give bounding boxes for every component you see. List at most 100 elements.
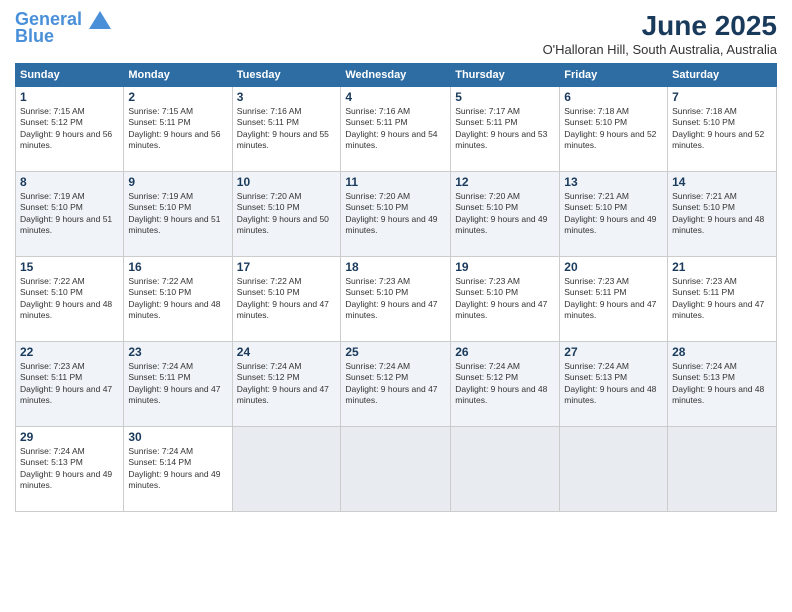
day-number: 20: [564, 260, 663, 274]
calendar-cell: 25 Sunrise: 7:24 AM Sunset: 5:12 PM Dayl…: [341, 342, 451, 427]
day-number: 8: [20, 175, 119, 189]
day-number: 4: [345, 90, 446, 104]
day-number: 15: [20, 260, 119, 274]
logo-blue: Blue: [15, 26, 54, 47]
day-number: 5: [455, 90, 555, 104]
day-info: Sunrise: 7:23 AM Sunset: 5:10 PM Dayligh…: [455, 276, 555, 322]
calendar-cell: 4 Sunrise: 7:16 AM Sunset: 5:11 PM Dayli…: [341, 87, 451, 172]
day-info: Sunrise: 7:18 AM Sunset: 5:10 PM Dayligh…: [672, 106, 772, 152]
calendar-cell: 11 Sunrise: 7:20 AM Sunset: 5:10 PM Dayl…: [341, 172, 451, 257]
header-row: Sunday Monday Tuesday Wednesday Thursday…: [16, 64, 777, 87]
calendar-cell: [232, 427, 341, 512]
calendar-cell: 29 Sunrise: 7:24 AM Sunset: 5:13 PM Dayl…: [16, 427, 124, 512]
calendar: Sunday Monday Tuesday Wednesday Thursday…: [15, 63, 777, 512]
day-info: Sunrise: 7:22 AM Sunset: 5:10 PM Dayligh…: [128, 276, 227, 322]
day-number: 24: [237, 345, 337, 359]
col-monday: Monday: [124, 64, 232, 87]
calendar-cell: 15 Sunrise: 7:22 AM Sunset: 5:10 PM Dayl…: [16, 257, 124, 342]
day-number: 13: [564, 175, 663, 189]
day-number: 11: [345, 175, 446, 189]
day-info: Sunrise: 7:15 AM Sunset: 5:12 PM Dayligh…: [20, 106, 119, 152]
calendar-cell: 30 Sunrise: 7:24 AM Sunset: 5:14 PM Dayl…: [124, 427, 232, 512]
calendar-cell: [341, 427, 451, 512]
page: General Blue June 2025 O'Halloran Hill, …: [0, 0, 792, 612]
col-tuesday: Tuesday: [232, 64, 341, 87]
day-info: Sunrise: 7:23 AM Sunset: 5:11 PM Dayligh…: [20, 361, 119, 407]
day-number: 2: [128, 90, 227, 104]
calendar-cell: 27 Sunrise: 7:24 AM Sunset: 5:13 PM Dayl…: [560, 342, 668, 427]
day-info: Sunrise: 7:18 AM Sunset: 5:10 PM Dayligh…: [564, 106, 663, 152]
day-info: Sunrise: 7:23 AM Sunset: 5:10 PM Dayligh…: [345, 276, 446, 322]
location-title: O'Halloran Hill, South Australia, Austra…: [543, 42, 777, 57]
day-number: 23: [128, 345, 227, 359]
day-info: Sunrise: 7:24 AM Sunset: 5:13 PM Dayligh…: [672, 361, 772, 407]
calendar-cell: 17 Sunrise: 7:22 AM Sunset: 5:10 PM Dayl…: [232, 257, 341, 342]
day-info: Sunrise: 7:24 AM Sunset: 5:13 PM Dayligh…: [564, 361, 663, 407]
calendar-cell: 20 Sunrise: 7:23 AM Sunset: 5:11 PM Dayl…: [560, 257, 668, 342]
day-info: Sunrise: 7:24 AM Sunset: 5:12 PM Dayligh…: [455, 361, 555, 407]
day-number: 7: [672, 90, 772, 104]
day-info: Sunrise: 7:19 AM Sunset: 5:10 PM Dayligh…: [20, 191, 119, 237]
logo-icon: [89, 11, 111, 29]
month-title: June 2025: [543, 10, 777, 42]
day-number: 9: [128, 175, 227, 189]
calendar-cell: 9 Sunrise: 7:19 AM Sunset: 5:10 PM Dayli…: [124, 172, 232, 257]
calendar-cell: 28 Sunrise: 7:24 AM Sunset: 5:13 PM Dayl…: [668, 342, 777, 427]
week-row-3: 15 Sunrise: 7:22 AM Sunset: 5:10 PM Dayl…: [16, 257, 777, 342]
day-number: 6: [564, 90, 663, 104]
day-number: 25: [345, 345, 446, 359]
day-number: 12: [455, 175, 555, 189]
day-number: 29: [20, 430, 119, 444]
week-row-2: 8 Sunrise: 7:19 AM Sunset: 5:10 PM Dayli…: [16, 172, 777, 257]
day-info: Sunrise: 7:23 AM Sunset: 5:11 PM Dayligh…: [564, 276, 663, 322]
calendar-cell: 1 Sunrise: 7:15 AM Sunset: 5:12 PM Dayli…: [16, 87, 124, 172]
col-thursday: Thursday: [451, 64, 560, 87]
calendar-cell: 10 Sunrise: 7:20 AM Sunset: 5:10 PM Dayl…: [232, 172, 341, 257]
day-info: Sunrise: 7:24 AM Sunset: 5:12 PM Dayligh…: [345, 361, 446, 407]
day-info: Sunrise: 7:19 AM Sunset: 5:10 PM Dayligh…: [128, 191, 227, 237]
day-info: Sunrise: 7:24 AM Sunset: 5:13 PM Dayligh…: [20, 446, 119, 492]
day-info: Sunrise: 7:21 AM Sunset: 5:10 PM Dayligh…: [564, 191, 663, 237]
calendar-cell: [668, 427, 777, 512]
calendar-cell: 7 Sunrise: 7:18 AM Sunset: 5:10 PM Dayli…: [668, 87, 777, 172]
calendar-cell: 26 Sunrise: 7:24 AM Sunset: 5:12 PM Dayl…: [451, 342, 560, 427]
col-wednesday: Wednesday: [341, 64, 451, 87]
day-number: 27: [564, 345, 663, 359]
calendar-cell: 13 Sunrise: 7:21 AM Sunset: 5:10 PM Dayl…: [560, 172, 668, 257]
week-row-1: 1 Sunrise: 7:15 AM Sunset: 5:12 PM Dayli…: [16, 87, 777, 172]
day-number: 30: [128, 430, 227, 444]
day-info: Sunrise: 7:20 AM Sunset: 5:10 PM Dayligh…: [345, 191, 446, 237]
day-info: Sunrise: 7:22 AM Sunset: 5:10 PM Dayligh…: [237, 276, 337, 322]
day-number: 14: [672, 175, 772, 189]
day-info: Sunrise: 7:20 AM Sunset: 5:10 PM Dayligh…: [237, 191, 337, 237]
calendar-cell: [560, 427, 668, 512]
calendar-cell: 14 Sunrise: 7:21 AM Sunset: 5:10 PM Dayl…: [668, 172, 777, 257]
calendar-cell: [451, 427, 560, 512]
calendar-cell: 21 Sunrise: 7:23 AM Sunset: 5:11 PM Dayl…: [668, 257, 777, 342]
day-info: Sunrise: 7:24 AM Sunset: 5:14 PM Dayligh…: [128, 446, 227, 492]
day-number: 28: [672, 345, 772, 359]
calendar-cell: 5 Sunrise: 7:17 AM Sunset: 5:11 PM Dayli…: [451, 87, 560, 172]
calendar-cell: 24 Sunrise: 7:24 AM Sunset: 5:12 PM Dayl…: [232, 342, 341, 427]
day-info: Sunrise: 7:22 AM Sunset: 5:10 PM Dayligh…: [20, 276, 119, 322]
day-number: 16: [128, 260, 227, 274]
day-number: 19: [455, 260, 555, 274]
logo: General Blue: [15, 10, 111, 47]
col-saturday: Saturday: [668, 64, 777, 87]
calendar-cell: 2 Sunrise: 7:15 AM Sunset: 5:11 PM Dayli…: [124, 87, 232, 172]
calendar-cell: 8 Sunrise: 7:19 AM Sunset: 5:10 PM Dayli…: [16, 172, 124, 257]
calendar-cell: 6 Sunrise: 7:18 AM Sunset: 5:10 PM Dayli…: [560, 87, 668, 172]
title-block: June 2025 O'Halloran Hill, South Austral…: [543, 10, 777, 57]
calendar-cell: 23 Sunrise: 7:24 AM Sunset: 5:11 PM Dayl…: [124, 342, 232, 427]
calendar-cell: 3 Sunrise: 7:16 AM Sunset: 5:11 PM Dayli…: [232, 87, 341, 172]
day-info: Sunrise: 7:24 AM Sunset: 5:12 PM Dayligh…: [237, 361, 337, 407]
calendar-cell: 19 Sunrise: 7:23 AM Sunset: 5:10 PM Dayl…: [451, 257, 560, 342]
day-number: 18: [345, 260, 446, 274]
day-info: Sunrise: 7:17 AM Sunset: 5:11 PM Dayligh…: [455, 106, 555, 152]
day-info: Sunrise: 7:21 AM Sunset: 5:10 PM Dayligh…: [672, 191, 772, 237]
day-info: Sunrise: 7:16 AM Sunset: 5:11 PM Dayligh…: [345, 106, 446, 152]
day-number: 3: [237, 90, 337, 104]
week-row-4: 22 Sunrise: 7:23 AM Sunset: 5:11 PM Dayl…: [16, 342, 777, 427]
col-sunday: Sunday: [16, 64, 124, 87]
day-number: 22: [20, 345, 119, 359]
